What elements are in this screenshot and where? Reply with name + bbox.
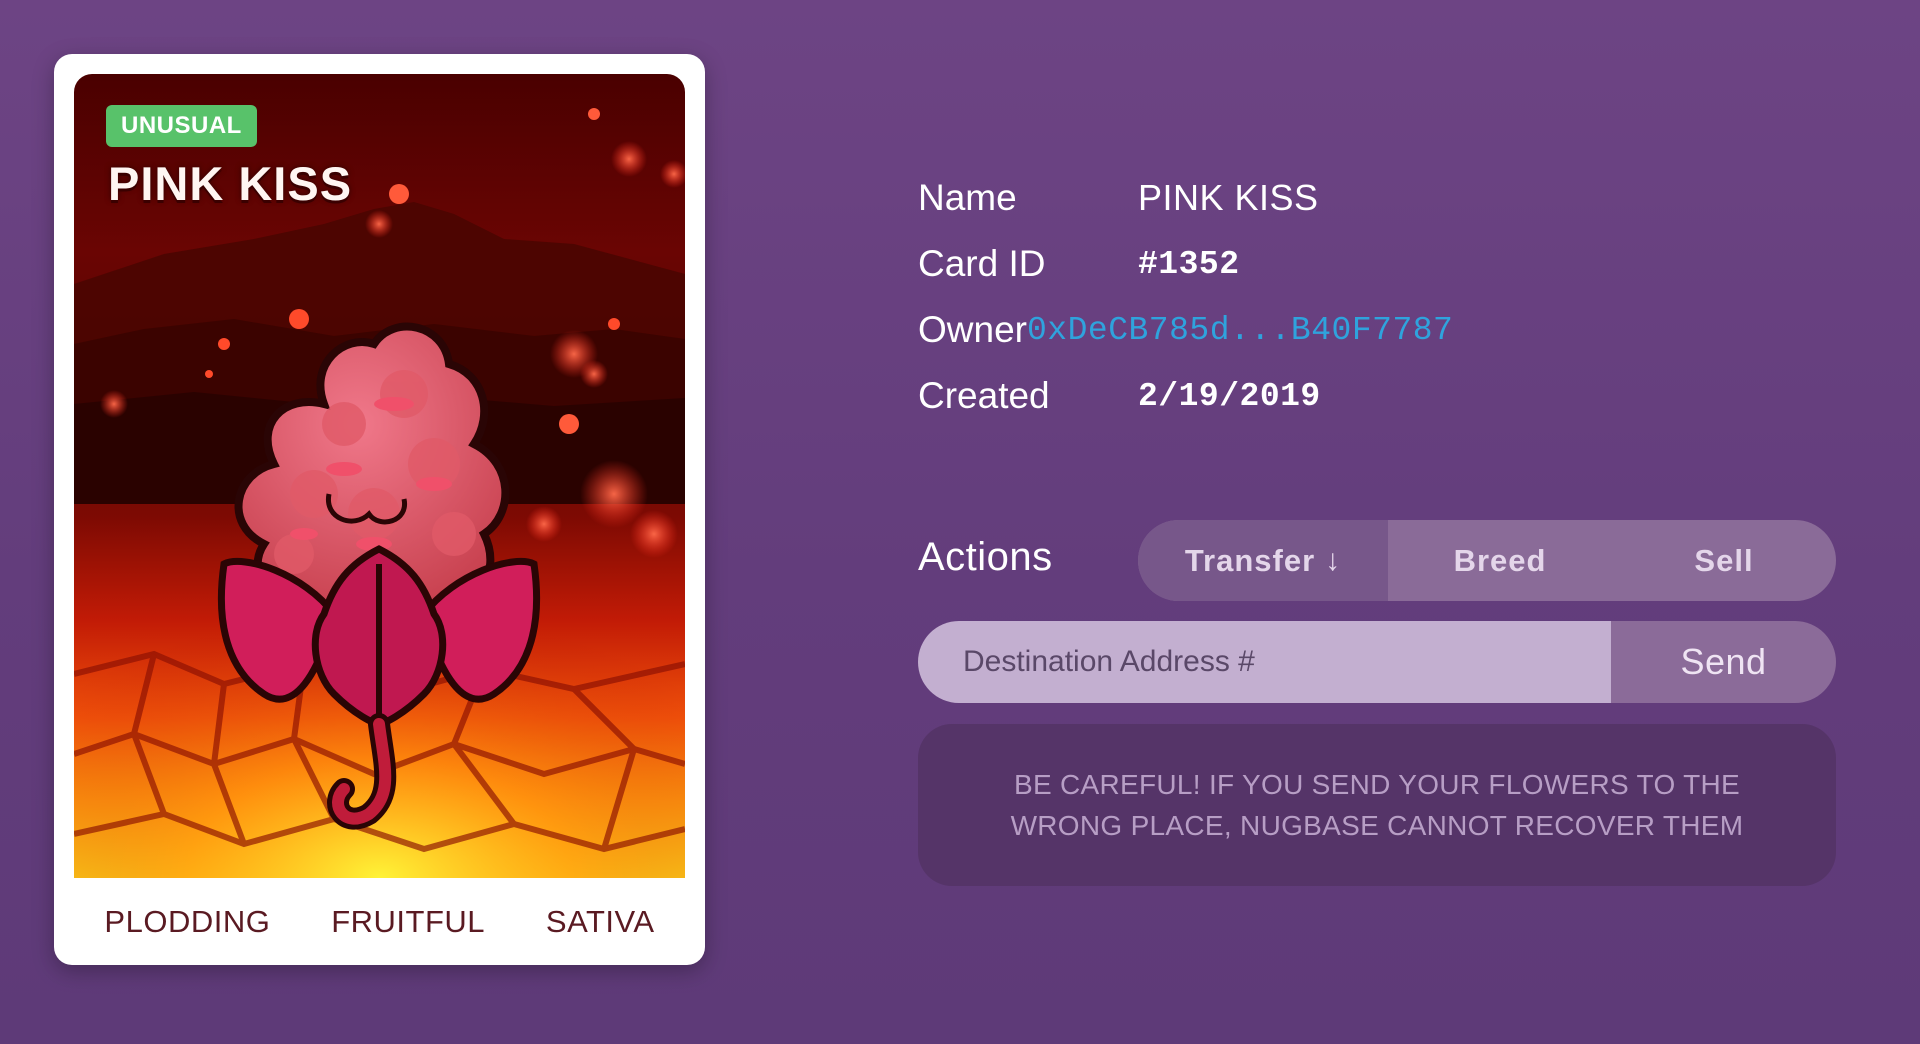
- detail-row-name: Name PINK KISS: [918, 165, 1418, 231]
- tab-sell-label: Sell: [1694, 542, 1754, 578]
- destination-address-input[interactable]: [918, 621, 1611, 703]
- rarity-badge: UNUSUAL: [106, 105, 257, 147]
- detail-value-card-id: #1352: [1138, 245, 1240, 283]
- arrow-down-icon: ↓: [1325, 543, 1342, 577]
- detail-label-owner: Owner: [918, 309, 1027, 350]
- card-details: Name PINK KISS Card ID #1352 Owner 0xDeC…: [918, 165, 1453, 429]
- tab-breed-label: Breed: [1453, 542, 1547, 578]
- tab-breed[interactable]: Breed: [1388, 520, 1612, 601]
- detail-value-name: PINK KISS: [1138, 177, 1319, 218]
- card-traits: PLODDING FRUITFUL SATIVA: [74, 878, 685, 965]
- tab-transfer[interactable]: Transfer ↓: [1138, 520, 1388, 601]
- tab-sell[interactable]: Sell: [1612, 520, 1836, 601]
- card-title: PINK KISS: [108, 157, 353, 210]
- actions-heading: Actions: [918, 535, 1053, 579]
- detail-label-created: Created: [918, 375, 1050, 416]
- trait-yield: FRUITFUL: [331, 903, 486, 939]
- tab-transfer-label: Transfer: [1184, 542, 1316, 578]
- detail-row-card-id: Card ID #1352: [918, 231, 1418, 297]
- detail-label-name: Name: [918, 177, 1017, 218]
- card-artwork: UNUSUAL PINK KISS: [74, 74, 685, 878]
- nft-card: UNUSUAL PINK KISS PLODDING FRUITFUL SATI…: [54, 54, 705, 965]
- transfer-warning: BE CAREFUL! IF YOU SEND YOUR FLOWERS TO …: [918, 724, 1836, 886]
- trait-speed: PLODDING: [104, 903, 271, 939]
- send-button[interactable]: Send: [1611, 621, 1836, 703]
- detail-label-card-id: Card ID: [918, 243, 1046, 284]
- actions-tabs: Transfer ↓ Breed Sell: [1138, 520, 1836, 601]
- transfer-form: Send: [918, 621, 1836, 703]
- trait-strain: SATIVA: [545, 903, 655, 939]
- detail-row-owner: Owner 0xDeCB785d...B40F7787: [918, 297, 1453, 363]
- detail-row-created: Created 2/19/2019: [918, 363, 1418, 429]
- owner-address-link[interactable]: 0xDeCB785d...B40F7787: [1027, 312, 1453, 349]
- detail-value-created: 2/19/2019: [1138, 377, 1321, 415]
